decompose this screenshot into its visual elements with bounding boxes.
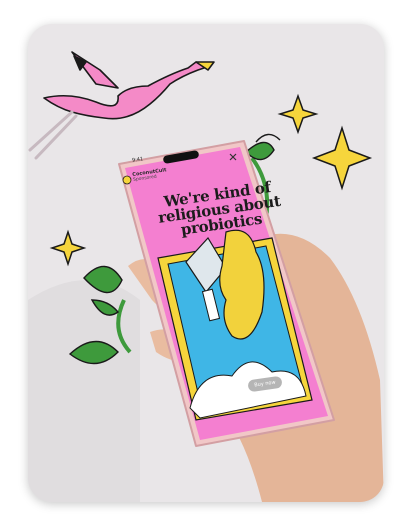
brand-avatar [122, 175, 132, 185]
illustration-scene [28, 51, 384, 502]
wall-shadow [28, 280, 140, 502]
star-icon [277, 93, 319, 135]
flamingo-illustration [28, 51, 215, 160]
star-icon [311, 125, 373, 191]
star-icon [49, 229, 87, 267]
